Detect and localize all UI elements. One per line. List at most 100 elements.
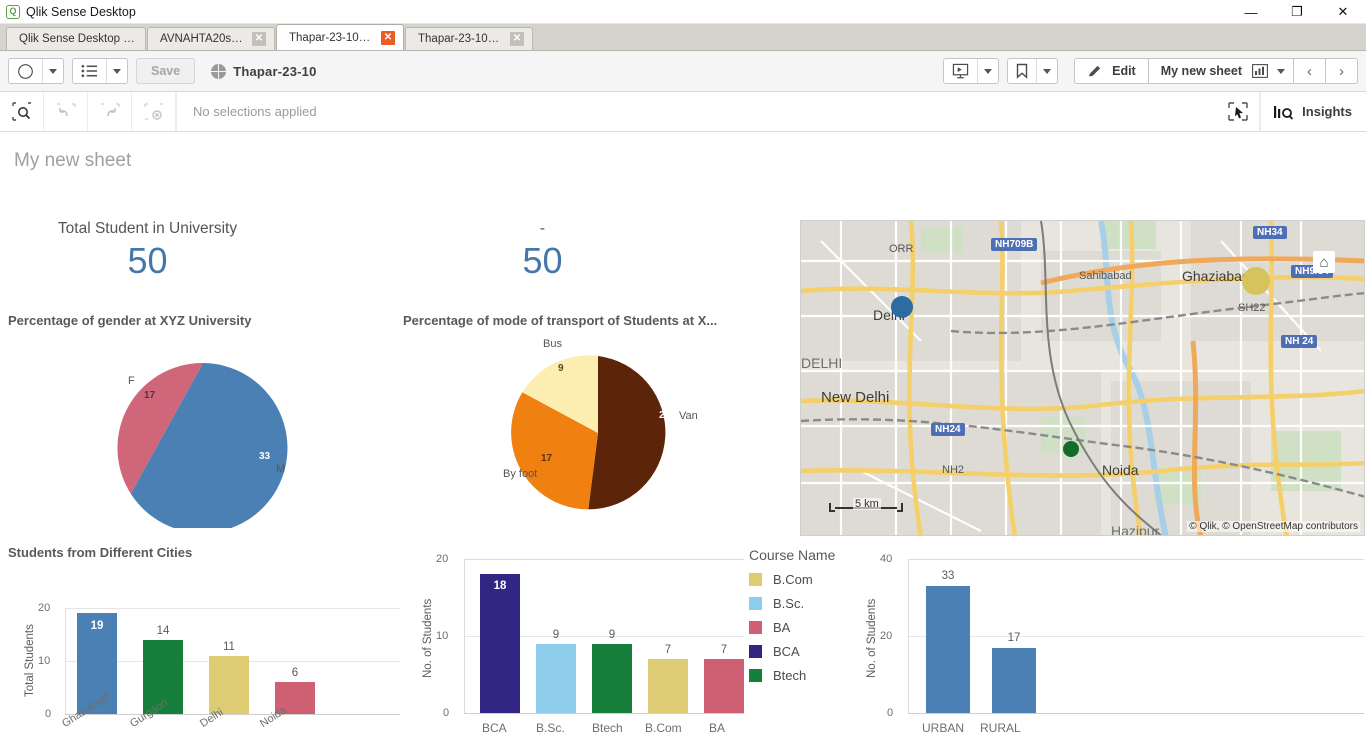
bar-ba[interactable] [704, 659, 744, 713]
map-point-noida[interactable] [1063, 441, 1079, 457]
legend-item-bca[interactable]: BCA [749, 644, 835, 659]
clear-selections-icon[interactable] [132, 92, 176, 131]
chart-title: Students from Different Cities [8, 545, 193, 560]
chart-transport-pie[interactable]: Percentage of mode of transport of Stude… [403, 313, 793, 543]
map-point-delhi[interactable] [891, 296, 913, 318]
sheets-dropdown-caret[interactable] [106, 59, 127, 83]
map-label-city: Ghaziabad [1182, 268, 1250, 284]
x-tick-label[interactable]: B.Sc. [536, 721, 565, 735]
insights-button[interactable]: Insights [1260, 92, 1366, 131]
bar-bcom[interactable] [648, 659, 688, 713]
x-tick-label[interactable]: Btech [592, 721, 623, 735]
edit-button[interactable]: Edit [1074, 58, 1149, 84]
close-button[interactable]: ✕ [1320, 0, 1366, 24]
storytelling-dropdown-caret[interactable] [977, 59, 998, 83]
pie-label-van: Van [679, 410, 698, 422]
window-titlebar: Q Qlik Sense Desktop — ❐ ✕ [0, 0, 1366, 24]
y-tick-label: 0 [45, 708, 52, 720]
map-label-city: New Delhi [821, 389, 890, 406]
navigation-menu-group[interactable] [8, 58, 64, 84]
legend-label: Btech [773, 668, 807, 683]
x-tick-label[interactable]: B.Com [645, 721, 682, 735]
tab-label: AVNAHTA20sep... [160, 33, 244, 45]
legend-label: B.Com [773, 572, 813, 587]
chart-cities-bar[interactable]: Students from Different Cities Total Stu… [8, 545, 400, 740]
x-tick-label[interactable]: BCA [482, 721, 507, 735]
chevron-down-icon[interactable] [1277, 68, 1285, 74]
legend-item-ba[interactable]: BA [749, 620, 835, 635]
bar-rural[interactable] [992, 647, 1036, 713]
map-attribution[interactable]: © Qlik, © OpenStreetMap contributors [1187, 521, 1360, 532]
tab-hub[interactable]: Qlik Sense Desktop hub [6, 27, 146, 50]
map-label: Sahibabad [1079, 270, 1132, 282]
tab-avnahta[interactable]: AVNAHTA20sep... ✕ [147, 27, 275, 50]
map-highway-shield: NH 24 [1281, 335, 1318, 348]
map-highway-shield: NH24 [931, 423, 965, 436]
restore-button[interactable]: ❐ [1274, 0, 1320, 24]
chart-citytype-bar[interactable]: No. of Students 40 20 0 33 17 URBAN RURA… [856, 545, 1364, 740]
x-axis-line [464, 713, 744, 714]
pie-value-f: 17 [144, 390, 156, 401]
tab-thapar-sheet[interactable]: Thapar-23-10 | ... ✕ [405, 27, 533, 50]
bars-area: 19 14 11 6 [65, 608, 400, 714]
chart-course-bar[interactable]: No. of Students 20 10 0 18 9 9 7 7 BCA B… [404, 545, 852, 740]
tab-label: Thapar-23-10 - ... [289, 31, 373, 44]
kpi-secondary[interactable]: - 50 [405, 220, 680, 284]
page-title: My new sheet [14, 150, 132, 171]
selection-search-icon[interactable] [0, 92, 44, 131]
legend-label: B.Sc. [773, 596, 805, 611]
map-chart[interactable]: ORR Sahibabad Ghaziabad SH22 Delhi DELHI… [800, 220, 1365, 536]
bookmarks-group[interactable] [1007, 58, 1059, 84]
compass-icon[interactable] [9, 59, 42, 83]
minimize-button[interactable]: — [1228, 0, 1274, 24]
bar-delhi[interactable] [209, 655, 249, 714]
storytelling-icon[interactable] [944, 59, 977, 83]
legend-item-btech[interactable]: Btech [749, 668, 835, 683]
y-tick-label: 20 [38, 602, 51, 614]
selection-tool-icon[interactable] [1216, 92, 1261, 131]
bookmarks-dropdown-caret[interactable] [1036, 59, 1057, 83]
pencil-icon [1087, 63, 1103, 79]
kpi-total-students[interactable]: Total Student in University 50 [10, 220, 285, 284]
redo-icon[interactable] [88, 92, 132, 131]
bar-bsc[interactable] [536, 643, 576, 713]
storytelling-group[interactable] [943, 58, 1000, 84]
bar-value: 7 [664, 644, 672, 656]
map-highway-shield: NH34 [1253, 226, 1287, 239]
sheet-selector-button[interactable]: My new sheet [1148, 58, 1294, 84]
undo-icon[interactable] [44, 92, 88, 131]
toolbar-right-group: Edit My new sheet ‹ › [943, 58, 1358, 84]
save-button[interactable]: Save [136, 58, 196, 84]
y-tick-label: 10 [38, 655, 51, 667]
bar-bca[interactable] [480, 574, 520, 713]
home-icon[interactable]: ⌂ [1313, 251, 1335, 273]
sheets-menu-group[interactable] [72, 58, 128, 84]
y-axis-title: No. of Students [866, 598, 878, 678]
map-label-city: Noida [1102, 462, 1139, 478]
selection-status: No selections applied [176, 92, 1216, 131]
bookmark-icon[interactable] [1008, 59, 1036, 83]
legend-item-bcom[interactable]: B.Com [749, 572, 835, 587]
bar-value: 9 [552, 629, 560, 641]
pie-value-van: 24 [659, 410, 671, 421]
bar-btech[interactable] [592, 643, 632, 713]
next-sheet-button[interactable]: › [1326, 58, 1358, 84]
tab-close-icon[interactable]: ✕ [381, 30, 395, 45]
list-icon[interactable] [73, 59, 106, 83]
map-label-city: Hazipur [1111, 523, 1160, 536]
y-tick-label: 0 [443, 707, 450, 719]
legend-item-bsc[interactable]: B.Sc. [749, 596, 835, 611]
map-point-ghaziabad[interactable] [1242, 267, 1270, 295]
tab-close-icon[interactable]: ✕ [510, 32, 524, 46]
x-tick-label[interactable]: BA [709, 721, 725, 735]
navigation-dropdown-caret[interactable] [42, 59, 63, 83]
x-tick-label[interactable]: RURAL [980, 721, 1021, 735]
kpi-value: 50 [127, 240, 168, 281]
x-tick-label[interactable]: URBAN [922, 721, 964, 735]
chart-gender-pie[interactable]: Percentage of gender at XYZ University F… [8, 313, 398, 543]
previous-sheet-button[interactable]: ‹ [1294, 58, 1326, 84]
tab-thapar-app[interactable]: Thapar-23-10 - ... ✕ [276, 24, 404, 50]
sheet-name-label: My new sheet [1160, 64, 1242, 78]
bar-urban[interactable] [926, 586, 970, 713]
tab-close-icon[interactable]: ✕ [252, 32, 266, 46]
